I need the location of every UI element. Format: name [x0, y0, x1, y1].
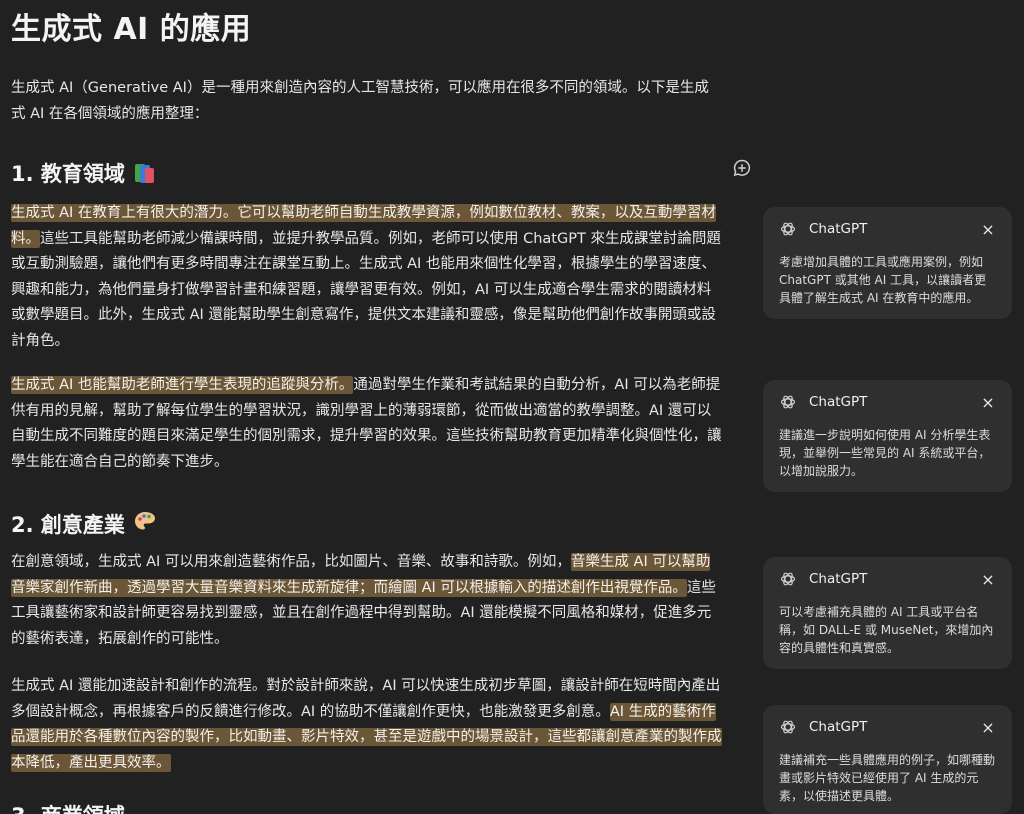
paragraph[interactable]: 生成式 AI 也能幫助老師進行學生表現的追蹤與分析。通過對學生作業和考試結果的自… — [11, 373, 723, 475]
close-icon[interactable]: × — [980, 570, 996, 589]
chatgpt-logo-icon — [780, 720, 796, 734]
comment-text: 建議補充一些具體應用的例子，如哪種動畫或影片特效已經使用了 AI 生成的元素，以… — [779, 753, 996, 804]
paragraph-text: 在創意領域，生成式 AI 可以用來創造藝術作品，比如圖片、音樂、故事和詩歌。例如… — [11, 554, 571, 570]
section-heading-text: 1. 教育領域 — [11, 162, 125, 186]
comment-header: ChatGPT × — [779, 392, 996, 412]
comment-card[interactable]: ChatGPT × 可以考慮補充具體的 AI 工具或平台名稱，如 DALL-E … — [763, 557, 1012, 669]
comment-author: ChatGPT — [809, 719, 868, 735]
canvas-page: 生成式 AI 的應用 生成式 AI（Generative AI）是一種用來創造內… — [0, 0, 1024, 814]
comment-header: ChatGPT × — [779, 219, 996, 239]
palette-icon — [133, 510, 157, 539]
books-icon — [133, 162, 157, 184]
section-heading-business: 3. 商業領域 — [11, 800, 125, 814]
section-heading-text: 3. 商業領域 — [11, 800, 125, 814]
paragraph-text: 這些工具能幫助老師減少備課時間，並提升教學品質。例如，老師可以使用 ChatGP… — [11, 230, 721, 349]
comment-author: ChatGPT — [809, 221, 868, 237]
comment-header: ChatGPT × — [779, 717, 996, 737]
comment-text: 考慮增加具體的工具或應用案例，例如 ChatGPT 或其他 AI 工具，以讓讀者… — [779, 255, 987, 306]
comment-author: ChatGPT — [809, 571, 868, 587]
comment-card[interactable]: ChatGPT × 考慮增加具體的工具或應用案例，例如 ChatGPT 或其他 … — [763, 207, 1012, 319]
comment-card[interactable]: ChatGPT × 建議進一步說明如何使用 AI 分析學生表現，並舉例一些常見的… — [763, 380, 1012, 492]
section-heading-text: 2. 創意產業 — [11, 513, 125, 537]
close-icon[interactable]: × — [980, 393, 996, 412]
comment-header: ChatGPT × — [779, 569, 996, 589]
comment-card[interactable]: ChatGPT × 建議補充一些具體應用的例子，如哪種動畫或影片特效已經使用了 … — [763, 705, 1012, 814]
add-comment-icon[interactable] — [732, 158, 752, 178]
section-heading-creative: 2. 創意產業 — [11, 509, 157, 539]
chatgpt-logo-icon — [780, 572, 796, 586]
highlighted-text[interactable]: 生成式 AI 也能幫助老師進行學生表現的追蹤與分析。 — [11, 376, 354, 394]
chatgpt-logo-icon — [780, 395, 796, 409]
close-icon[interactable]: × — [980, 220, 996, 239]
paragraph[interactable]: 生成式 AI 還能加速設計和創作的流程。對於設計師來說，AI 可以快速生成初步草… — [11, 674, 723, 776]
comment-text: 可以考慮補充具體的 AI 工具或平台名稱，如 DALL-E 或 MuseNet，… — [779, 605, 994, 656]
intro-paragraph: 生成式 AI（Generative AI）是一種用來創造內容的人工智慧技術，可以… — [11, 80, 709, 122]
comment-text: 建議進一步說明如何使用 AI 分析學生表現，並舉例一些常見的 AI 系統或平台，… — [779, 428, 991, 479]
close-icon[interactable]: × — [980, 718, 996, 737]
chatgpt-logo-icon — [780, 222, 796, 236]
paragraph[interactable]: 生成式 AI 在教育上有很大的潛力。它可以幫助老師自動生成教學資源，例如數位教材… — [11, 201, 723, 355]
page-title: 生成式 AI 的應用 — [11, 12, 252, 47]
paragraph[interactable]: 在創意領域，生成式 AI 可以用來創造藝術作品，比如圖片、音樂、故事和詩歌。例如… — [11, 550, 723, 652]
section-heading-education: 1. 教育領域 — [11, 158, 157, 188]
comment-author: ChatGPT — [809, 394, 868, 410]
